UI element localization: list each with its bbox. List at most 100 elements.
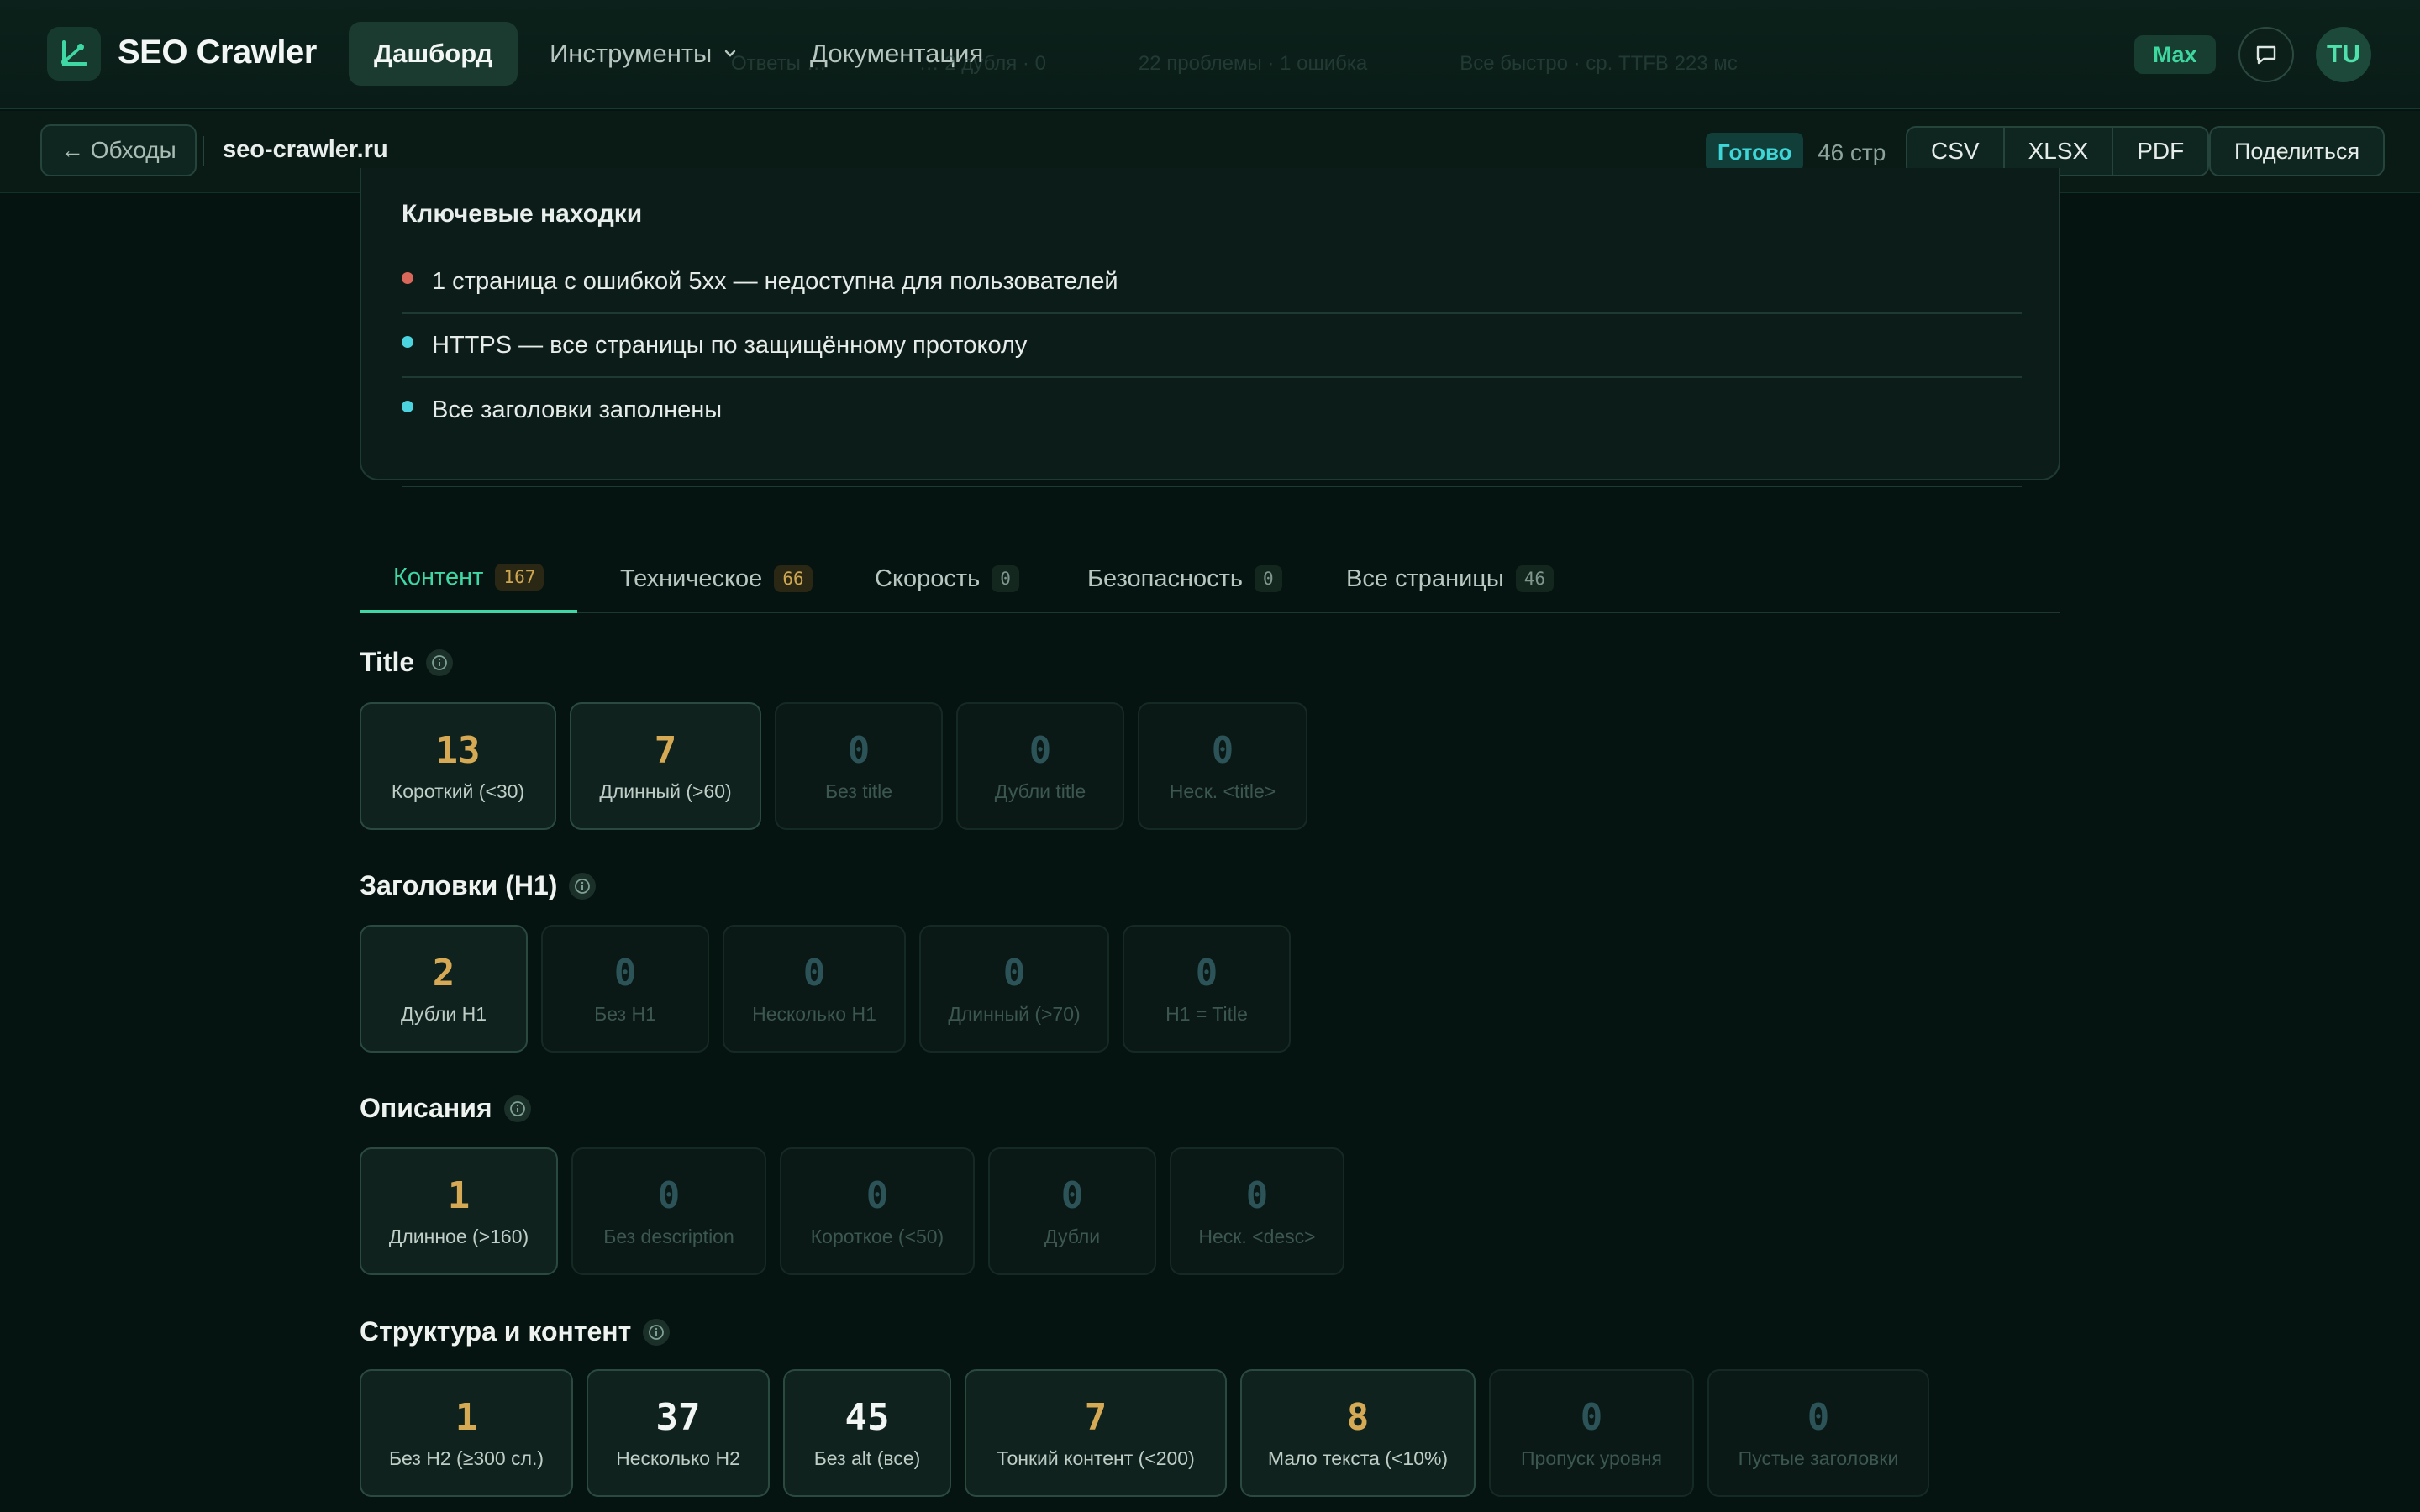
- metric-card[interactable]: 0 Длинный (>70): [919, 925, 1109, 1053]
- info-icon[interactable]: [569, 872, 597, 900]
- chat-button[interactable]: [2238, 27, 2294, 82]
- tab-speed[interactable]: Скорость 0: [841, 544, 1053, 613]
- pages-count: 46 стр: [1818, 139, 1886, 165]
- metric-value: 8: [1346, 1396, 1370, 1439]
- metric-label: Неск. <title>: [1169, 780, 1276, 802]
- metric-label: Тонкий контент (<200): [997, 1447, 1195, 1469]
- section-title-heading: Title: [360, 647, 454, 678]
- metric-card[interactable]: 13 Короткий (<30): [360, 702, 556, 830]
- metric-label: Пустые заголовки: [1738, 1447, 1899, 1469]
- metric-label: Неск. <desc>: [1198, 1226, 1316, 1247]
- ghost-stat: 22 проблемы · 1 ошибка: [1138, 52, 1368, 75]
- tab-count: 0: [1255, 565, 1282, 592]
- metric-value: 7: [1084, 1396, 1107, 1439]
- metric-card[interactable]: 37 Несколько H2: [587, 1369, 770, 1497]
- back-to-crawls-button[interactable]: ← Обходы: [40, 124, 197, 176]
- key-findings-card: Ключевые находки 1 страница с ошибкой 5x…: [360, 168, 2060, 487]
- nav-tools[interactable]: Инструменты: [524, 22, 764, 86]
- key-findings-title: Ключевые находки: [402, 200, 643, 228]
- brand-name[interactable]: SEO Crawler: [118, 34, 317, 71]
- ghost-stat: … 2 дубля · 0: [918, 52, 1046, 75]
- section-heading-text: Описания: [360, 1093, 492, 1123]
- metric-card[interactable]: 0 Пропуск уровня: [1489, 1369, 1694, 1497]
- top-navbar: SEO Crawler Дашборд Инструменты Документ…: [0, 0, 2420, 109]
- finding-text: 1 страница с ошибкой 5xx — недоступна дл…: [432, 267, 1118, 295]
- share-button[interactable]: Поделиться: [2209, 126, 2386, 176]
- tab-count: 66: [774, 565, 813, 592]
- error-dot-icon: [402, 272, 413, 284]
- metric-card[interactable]: 0 Неск. <title>: [1138, 702, 1307, 830]
- metric-label: Без H2 (≥300 сл.): [388, 1447, 544, 1469]
- user-avatar[interactable]: TU: [2316, 27, 2371, 82]
- metric-card[interactable]: 1 Длинное (>160): [360, 1147, 558, 1275]
- metric-card[interactable]: 0 Без description: [571, 1147, 766, 1275]
- metric-label: Несколько H1: [752, 1003, 876, 1025]
- info-icon[interactable]: [503, 1095, 531, 1122]
- metric-card[interactable]: 8 Мало текста (<10%): [1240, 1369, 1476, 1497]
- tab-label: Техническое: [620, 564, 763, 592]
- metric-card[interactable]: 0 Без H1: [541, 925, 709, 1053]
- metric-value: 0: [1060, 1174, 1084, 1217]
- section-h1-heading: Заголовки (H1): [360, 870, 597, 901]
- plan-badge[interactable]: Max: [2134, 35, 2216, 74]
- status-badge: Готово: [1706, 133, 1804, 171]
- metric-card[interactable]: 1 Без H2 (≥300 сл.): [360, 1369, 573, 1497]
- metric-label: Без description: [603, 1226, 734, 1247]
- metric-value: 2: [432, 952, 455, 995]
- metric-value: 0: [1211, 729, 1234, 772]
- metric-value: 0: [1028, 729, 1052, 772]
- finding-item: 1 страница с ошибкой 5xx — недоступна дл…: [402, 250, 2022, 314]
- metric-card[interactable]: 0 Несколько H1: [723, 925, 906, 1053]
- metric-card[interactable]: 0 H1 = Title: [1123, 925, 1291, 1053]
- finding-text: Все заголовки заполнены: [432, 396, 723, 423]
- metric-label: Длинный (>70): [948, 1003, 1081, 1025]
- section-heading-text: Title: [360, 647, 415, 677]
- metric-card[interactable]: 0 Неск. <desc>: [1170, 1147, 1344, 1275]
- nav-dashboard[interactable]: Дашборд: [349, 22, 518, 86]
- ghost-stat: Все быстро · ср. TTFB 223 мс: [1460, 52, 1738, 75]
- divider: [203, 136, 204, 166]
- background-stats-ghost: Ответы … … 2 дубля · 0 22 проблемы · 1 о…: [731, 52, 1738, 76]
- metric-card[interactable]: 0 Короткое (<50): [780, 1147, 975, 1275]
- metric-card[interactable]: 0 Дубли title: [956, 702, 1124, 830]
- metric-card[interactable]: 7 Длинный (>60): [570, 702, 761, 830]
- metric-label: H1 = Title: [1165, 1003, 1248, 1025]
- tab-all-pages[interactable]: Все страницы 46: [1313, 544, 1587, 613]
- metric-label: Несколько H2: [616, 1447, 740, 1469]
- metric-value: 13: [435, 729, 481, 772]
- tab-label: Скорость: [875, 564, 981, 592]
- logo-icon[interactable]: [47, 27, 101, 81]
- tab-count: 0: [992, 565, 1019, 592]
- metric-card[interactable]: 0 Дубли: [988, 1147, 1156, 1275]
- metric-value: 0: [657, 1174, 681, 1217]
- metric-value: 7: [654, 729, 677, 772]
- info-icon[interactable]: [426, 648, 454, 676]
- metric-card[interactable]: 2 Дубли H1: [360, 925, 528, 1053]
- ghost-stat: Ответы …: [731, 52, 827, 75]
- tab-content[interactable]: Контент 167: [360, 544, 578, 613]
- info-icon[interactable]: [643, 1318, 671, 1346]
- metric-card[interactable]: 7 Тонкий контент (<200): [965, 1369, 1227, 1497]
- tab-count: 46: [1515, 565, 1555, 592]
- metric-value: 0: [1245, 1174, 1269, 1217]
- metric-value: 45: [844, 1396, 890, 1439]
- metric-card[interactable]: 0 Без title: [775, 702, 943, 830]
- finding-item: Все заголовки заполнены: [402, 378, 2022, 442]
- tab-label: Все страницы: [1346, 564, 1504, 592]
- metric-label: Длинное (>160): [388, 1226, 529, 1247]
- crawl-domain: seo-crawler.ru: [223, 136, 388, 163]
- metric-card[interactable]: 0 Пустые заголовки: [1707, 1369, 1929, 1497]
- nav-dashboard-label: Дашборд: [374, 39, 493, 68]
- tab-security[interactable]: Безопасность 0: [1054, 544, 1316, 613]
- metric-label: Мало текста (<10%): [1267, 1447, 1449, 1469]
- section-structure-heading: Структура и контент: [360, 1316, 671, 1347]
- metric-value: 0: [1195, 952, 1218, 995]
- metric-label: Пропуск уровня: [1521, 1447, 1662, 1469]
- metric-label: Дубли H1: [400, 1003, 487, 1025]
- export-pdf-button[interactable]: PDF: [2113, 128, 2207, 175]
- metric-card[interactable]: 45 Без alt (все): [783, 1369, 951, 1497]
- tab-technical[interactable]: Техническое 66: [587, 544, 846, 613]
- tab-count: 167: [495, 564, 544, 591]
- section-descriptions-heading: Описания: [360, 1093, 531, 1124]
- metric-value: 0: [1580, 1396, 1603, 1439]
